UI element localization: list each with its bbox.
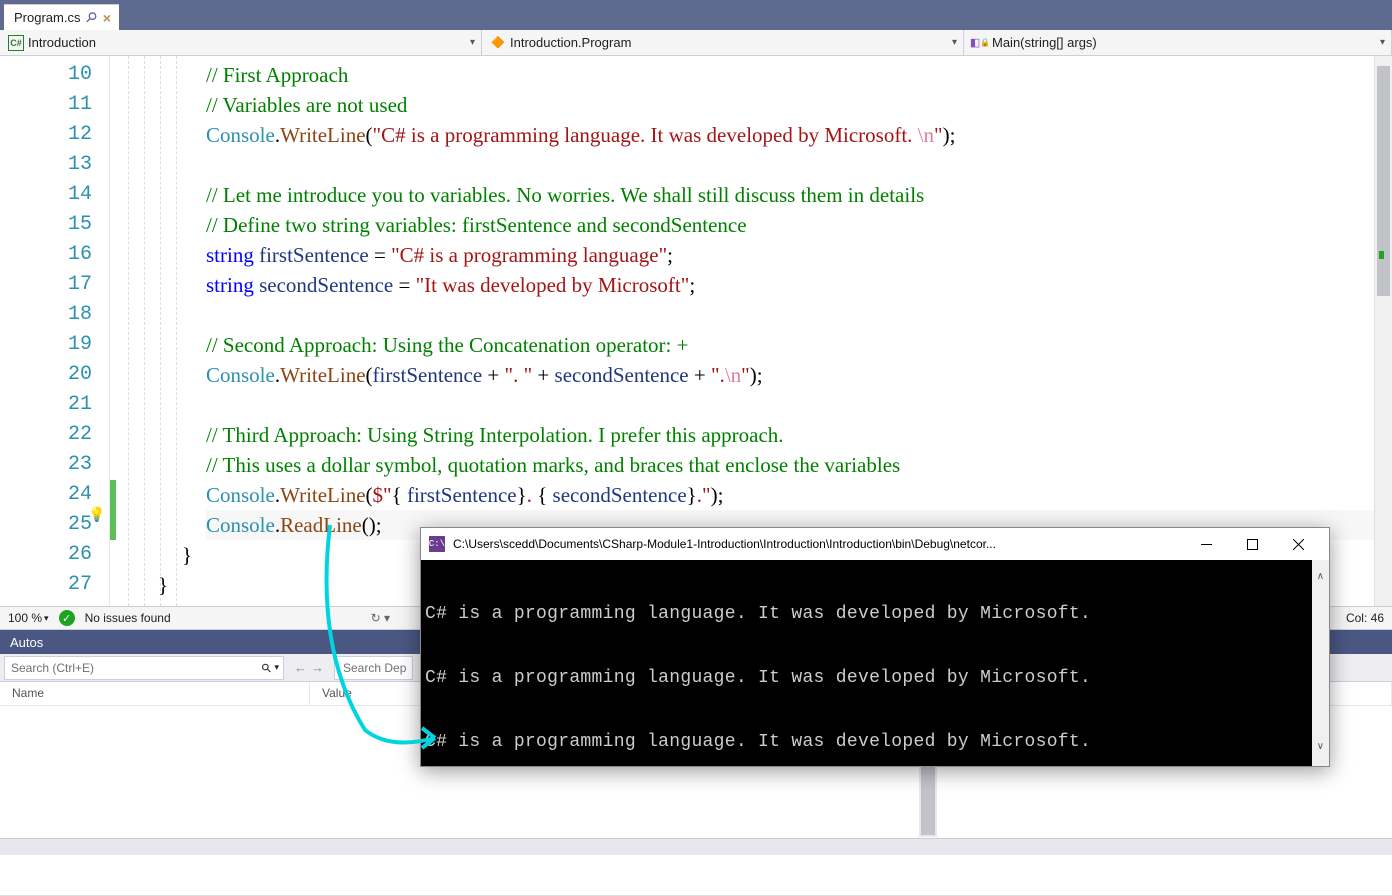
- search-depth-input[interactable]: Search Dep: [334, 656, 413, 680]
- file-tab-label: Program.cs: [14, 10, 80, 25]
- file-tab-program-cs[interactable]: Program.cs ⚲ ×: [4, 4, 119, 30]
- line-number: 22: [0, 420, 92, 450]
- line-number: 24: [0, 480, 92, 510]
- chevron-down-icon: ▾: [44, 613, 49, 624]
- console-title-text: C:\Users\scedd\Documents\CSharp-Module1-…: [453, 537, 996, 551]
- editor-vertical-scrollbar[interactable]: [1374, 56, 1392, 606]
- code-comment: // Let me introduce you to variables. No…: [206, 183, 924, 207]
- line-number: 14: [0, 180, 92, 210]
- line-number: 21: [0, 390, 92, 420]
- line-number: 25: [0, 510, 92, 540]
- code-comment: // Third Approach: Using String Interpol…: [206, 423, 784, 447]
- code-editor[interactable]: 10 11 12 13 14 15 16 17 18 19 20 21 22 2…: [0, 56, 1392, 606]
- class-icon: 🔶: [490, 35, 506, 51]
- chevron-down-icon: ▾: [952, 37, 957, 48]
- autos-panel-title: Autos: [10, 635, 43, 650]
- scrollbar-thumb[interactable]: [1377, 66, 1390, 296]
- line-number: 23: [0, 450, 92, 480]
- console-scrollbar[interactable]: ∧ ∨: [1312, 560, 1329, 766]
- code-comment: // Variables are not used: [206, 93, 407, 117]
- console-line: C# is a programming language. It was dev…: [425, 732, 1091, 752]
- console-line: C# is a programming language. It was dev…: [425, 668, 1091, 688]
- back-arrow-icon[interactable]: ←: [294, 660, 307, 675]
- line-number: 17: [0, 270, 92, 300]
- chevron-down-icon[interactable]: ▾: [274, 662, 279, 673]
- scroll-down-icon[interactable]: ∨: [1317, 732, 1325, 764]
- navigation-dropdown-row: C# Introduction ▾ 🔶 Introduction.Program…: [0, 30, 1392, 56]
- column-label: Col: 46: [1346, 611, 1384, 625]
- method-dropdown-label: Main(string[] args): [992, 35, 1097, 50]
- console-app-icon: C:\: [429, 536, 445, 552]
- line-number: 16: [0, 240, 92, 270]
- line-number: 26: [0, 540, 92, 570]
- search-input[interactable]: Search (Ctrl+E) ⚲ ▾: [4, 656, 284, 680]
- file-tab-bar: Program.cs ⚲ ×: [0, 0, 1392, 30]
- line-number: 19: [0, 330, 92, 360]
- class-dropdown[interactable]: 🔶 Introduction.Program ▾: [482, 30, 964, 55]
- project-dropdown[interactable]: C# Introduction ▾: [0, 30, 482, 55]
- horizontal-scrollbar[interactable]: [0, 838, 1392, 855]
- search-placeholder: Search (Ctrl+E): [11, 661, 94, 675]
- close-icon: [1293, 539, 1304, 550]
- zoom-label: 100 %: [8, 611, 42, 625]
- method-dropdown[interactable]: ◧🔒 Main(string[] args) ▾: [964, 30, 1392, 55]
- code-comment: // Second Approach: Using the Concatenat…: [206, 333, 688, 357]
- console-line: C# is a programming language. It was dev…: [425, 604, 1091, 624]
- issues-label: No issues found: [85, 611, 171, 625]
- code-comment: // Define two string variables: firstSen…: [206, 213, 747, 237]
- check-icon: ✓: [59, 610, 75, 626]
- line-number: 27: [0, 570, 92, 600]
- forward-arrow-icon[interactable]: →: [311, 660, 324, 675]
- line-number: 12: [0, 120, 92, 150]
- minimize-icon: [1201, 539, 1212, 550]
- code-comment: // First Approach: [206, 63, 348, 87]
- line-number-gutter: 10 11 12 13 14 15 16 17 18 19 20 21 22 2…: [0, 56, 110, 606]
- line-number: 11: [0, 90, 92, 120]
- console-output[interactable]: C# is a programming language. It was dev…: [421, 560, 1329, 766]
- refresh-icon[interactable]: ↻ ▾: [371, 611, 390, 625]
- line-number: 18: [0, 300, 92, 330]
- chevron-down-icon: ▾: [470, 37, 475, 48]
- minimize-button[interactable]: [1183, 529, 1229, 559]
- code-text-area[interactable]: // First Approach // Variables are not u…: [110, 56, 1392, 606]
- console-title-bar[interactable]: C:\ C:\Users\scedd\Documents\CSharp-Modu…: [421, 528, 1329, 560]
- method-icon: ◧🔒: [972, 35, 988, 51]
- line-number: 10: [0, 60, 92, 90]
- console-window[interactable]: C:\ C:\Users\scedd\Documents\CSharp-Modu…: [420, 527, 1330, 767]
- csharp-icon: C#: [8, 35, 24, 51]
- close-button[interactable]: [1275, 529, 1321, 559]
- maximize-button[interactable]: [1229, 529, 1275, 559]
- panel-vertical-scrollbar[interactable]: [919, 765, 937, 837]
- zoom-dropdown[interactable]: 100 % ▾: [8, 611, 49, 625]
- maximize-icon: [1247, 539, 1258, 550]
- lightbulb-icon[interactable]: 💡: [88, 506, 105, 523]
- pin-icon[interactable]: ⚲: [82, 8, 101, 27]
- depth-placeholder: Search Dep: [343, 661, 406, 675]
- close-icon[interactable]: ×: [103, 10, 111, 26]
- line-number: 15: [0, 210, 92, 240]
- search-icon[interactable]: ⚲: [258, 659, 274, 675]
- class-dropdown-label: Introduction.Program: [510, 35, 631, 50]
- line-number: 20: [0, 360, 92, 390]
- chevron-down-icon: ▾: [1380, 37, 1385, 48]
- project-dropdown-label: Introduction: [28, 35, 96, 50]
- scrollbar-change-marker: [1379, 251, 1384, 259]
- scroll-up-icon[interactable]: ∧: [1317, 562, 1325, 594]
- code-comment: // This uses a dollar symbol, quotation …: [206, 453, 900, 477]
- column-header-name[interactable]: Name: [0, 682, 310, 705]
- line-number: 13: [0, 150, 92, 180]
